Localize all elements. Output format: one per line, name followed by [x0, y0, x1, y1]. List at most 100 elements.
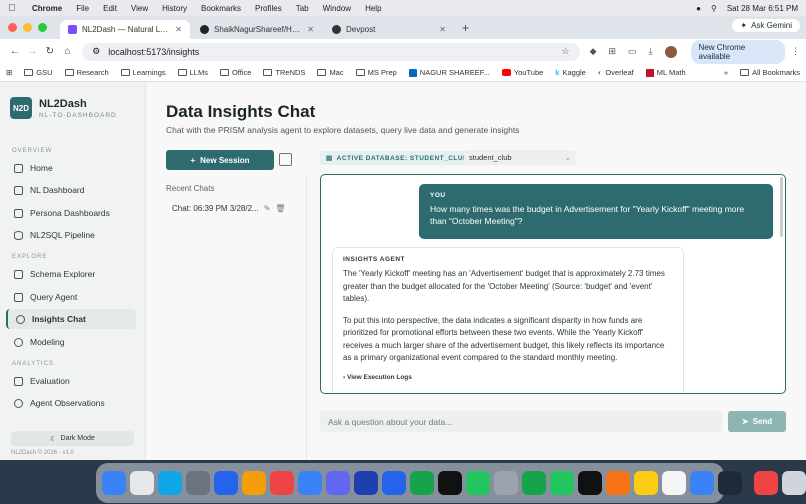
- more-bookmarks-icon[interactable]: »: [724, 68, 728, 77]
- menu-history[interactable]: History: [162, 4, 187, 13]
- dock-app-icon[interactable]: [158, 471, 182, 495]
- clock[interactable]: Sat 28 Mar 6:51 PM: [727, 4, 798, 13]
- trash-icon[interactable]: 🗑: [275, 204, 285, 213]
- wifi-icon[interactable]: ●: [696, 4, 701, 13]
- dock-app-icon[interactable]: [326, 471, 350, 495]
- dock-app-icon[interactable]: [690, 471, 714, 495]
- bookmark-linkedin[interactable]: NAGUR SHAREEF...: [408, 68, 490, 77]
- menu-window[interactable]: Window: [323, 4, 351, 13]
- database-select[interactable]: student_club ⌄: [464, 150, 576, 165]
- dock-app-icon[interactable]: [298, 471, 322, 495]
- menu-help[interactable]: Help: [365, 4, 381, 13]
- bookmark-overleaf[interactable]: ◐ Overleaf: [598, 68, 634, 77]
- bookmark-office[interactable]: Office: [219, 68, 251, 77]
- ask-gemini-button[interactable]: ✦ Ask Gemini: [732, 19, 800, 32]
- apple-icon[interactable]: : [8, 3, 18, 14]
- bookmark-ms-prep[interactable]: MS Prep: [355, 68, 397, 77]
- tab-nl2dash[interactable]: NL2Dash — Natural Language ✕: [60, 20, 190, 39]
- close-tab-icon[interactable]: ✕: [175, 25, 182, 34]
- apps-icon[interactable]: ⊞: [6, 68, 12, 77]
- bookmark-gsu[interactable]: GSU: [24, 68, 53, 77]
- close-tab-icon[interactable]: ✕: [439, 25, 446, 34]
- bookmark-star-icon[interactable]: ☆: [562, 46, 570, 57]
- dock-app-icon[interactable]: [550, 471, 574, 495]
- dock-app-icon[interactable]: [718, 471, 742, 495]
- chrome-menu-icon[interactable]: ⋮: [791, 46, 800, 57]
- dock-app-icon[interactable]: [102, 471, 126, 495]
- logo[interactable]: N2D NL2Dash NL-TO-DASHBOARD: [10, 97, 117, 119]
- minimize-window-button[interactable]: [23, 23, 32, 32]
- dock-app-icon[interactable]: [130, 471, 154, 495]
- close-window-button[interactable]: [8, 23, 17, 32]
- search-icon[interactable]: ⚲: [711, 4, 717, 13]
- sidebar-item-modeling[interactable]: Modeling: [6, 332, 136, 352]
- profile-avatar[interactable]: [664, 45, 677, 58]
- bookmark-youtube[interactable]: YouTube: [501, 68, 543, 77]
- sidebar-item-evaluation[interactable]: Evaluation: [6, 371, 136, 391]
- bookmark-llms[interactable]: LLMs: [177, 68, 208, 77]
- bookmark-research[interactable]: Research: [64, 68, 109, 77]
- dock-app-icon[interactable]: [438, 471, 462, 495]
- dock-app-icon[interactable]: [578, 471, 602, 495]
- menu-bookmarks[interactable]: Bookmarks: [201, 4, 241, 13]
- dock-app-icon[interactable]: [214, 471, 238, 495]
- tab-github[interactable]: ShaikNagurShareef/Hacklan ✕: [192, 20, 322, 39]
- dock-app-icon[interactable]: [782, 471, 806, 495]
- recent-chat-item[interactable]: Chat: 06:39 PM 3/28/2... ✎ 🗑: [172, 204, 286, 213]
- reload-icon[interactable]: ↻: [41, 46, 59, 57]
- home-icon[interactable]: ⌂: [59, 46, 77, 57]
- dock-app-icon[interactable]: [522, 471, 546, 495]
- dock-app-icon[interactable]: [186, 471, 210, 495]
- sidebar-item-query-agent[interactable]: Query Agent: [6, 287, 136, 307]
- back-icon[interactable]: ←: [6, 46, 24, 57]
- menu-tab[interactable]: Tab: [296, 4, 309, 13]
- extension-icon[interactable]: ◆: [590, 46, 597, 57]
- menu-view[interactable]: View: [131, 4, 148, 13]
- sidebar-item-home[interactable]: Home: [6, 158, 136, 178]
- dock-app-icon[interactable]: [466, 471, 490, 495]
- puzzle-icon[interactable]: ⊞: [609, 46, 617, 57]
- send-button[interactable]: ➤ Send: [728, 411, 786, 432]
- edit-icon[interactable]: ✎: [264, 204, 271, 213]
- dock-app-icon[interactable]: [494, 471, 518, 495]
- dock-app-icon[interactable]: [242, 471, 266, 495]
- dock-app-icon[interactable]: [606, 471, 630, 495]
- dock-app-icon[interactable]: [634, 471, 658, 495]
- bookmark-trends[interactable]: TReNDS: [263, 68, 305, 77]
- bookmark-ml-math[interactable]: ML Math: [645, 68, 686, 77]
- cast-icon[interactable]: ▭: [628, 46, 637, 57]
- dock-app-icon[interactable]: [270, 471, 294, 495]
- zoom-window-button[interactable]: [38, 23, 47, 32]
- view-execution-logs[interactable]: › View Execution Logs: [343, 374, 673, 381]
- new-session-button[interactable]: + New Session: [166, 150, 274, 170]
- dock-app-icon[interactable]: [754, 471, 778, 495]
- dark-mode-button[interactable]: ☾ Dark Mode: [11, 431, 134, 446]
- sidebar-item-insights-chat[interactable]: Insights Chat: [6, 309, 136, 329]
- site-info-icon[interactable]: ⚙: [92, 46, 100, 57]
- bookmark-learnings[interactable]: Learnings: [120, 68, 166, 77]
- forward-icon[interactable]: →: [24, 46, 42, 57]
- menu-app[interactable]: Chrome: [32, 4, 62, 13]
- sidebar-item-agent-observations[interactable]: Agent Observations: [6, 393, 136, 413]
- url-field[interactable]: ⚙ localhost:5173/insights ☆: [82, 42, 580, 61]
- bookmark-mac[interactable]: Mac: [317, 68, 344, 77]
- dock-app-icon[interactable]: [382, 471, 406, 495]
- menu-file[interactable]: File: [76, 4, 89, 13]
- dock-app-icon[interactable]: [410, 471, 434, 495]
- dock-app-icon[interactable]: [354, 471, 378, 495]
- sidebar-item-nl-dashboard[interactable]: NL Dashboard: [6, 180, 136, 200]
- scrollbar[interactable]: [780, 177, 783, 237]
- tab-devpost[interactable]: Devpost ✕: [324, 20, 454, 39]
- download-icon[interactable]: ⤓: [649, 46, 653, 57]
- menu-edit[interactable]: Edit: [103, 4, 117, 13]
- new-tab-button[interactable]: +: [462, 21, 469, 35]
- sidebar-item-schema-explorer[interactable]: Schema Explorer: [6, 264, 136, 284]
- sidebar-item-nl2sql-pipeline[interactable]: NL2SQL Pipeline: [6, 225, 136, 245]
- menu-profiles[interactable]: Profiles: [255, 4, 282, 13]
- close-tab-icon[interactable]: ✕: [307, 25, 314, 34]
- new-chrome-available-button[interactable]: New Chrome available: [690, 39, 785, 64]
- bookmark-kaggle[interactable]: k Kaggle: [555, 68, 586, 77]
- dock-app-icon[interactable]: [662, 471, 686, 495]
- all-bookmarks[interactable]: All Bookmarks: [740, 68, 800, 77]
- toggle-panel-icon[interactable]: [279, 153, 292, 166]
